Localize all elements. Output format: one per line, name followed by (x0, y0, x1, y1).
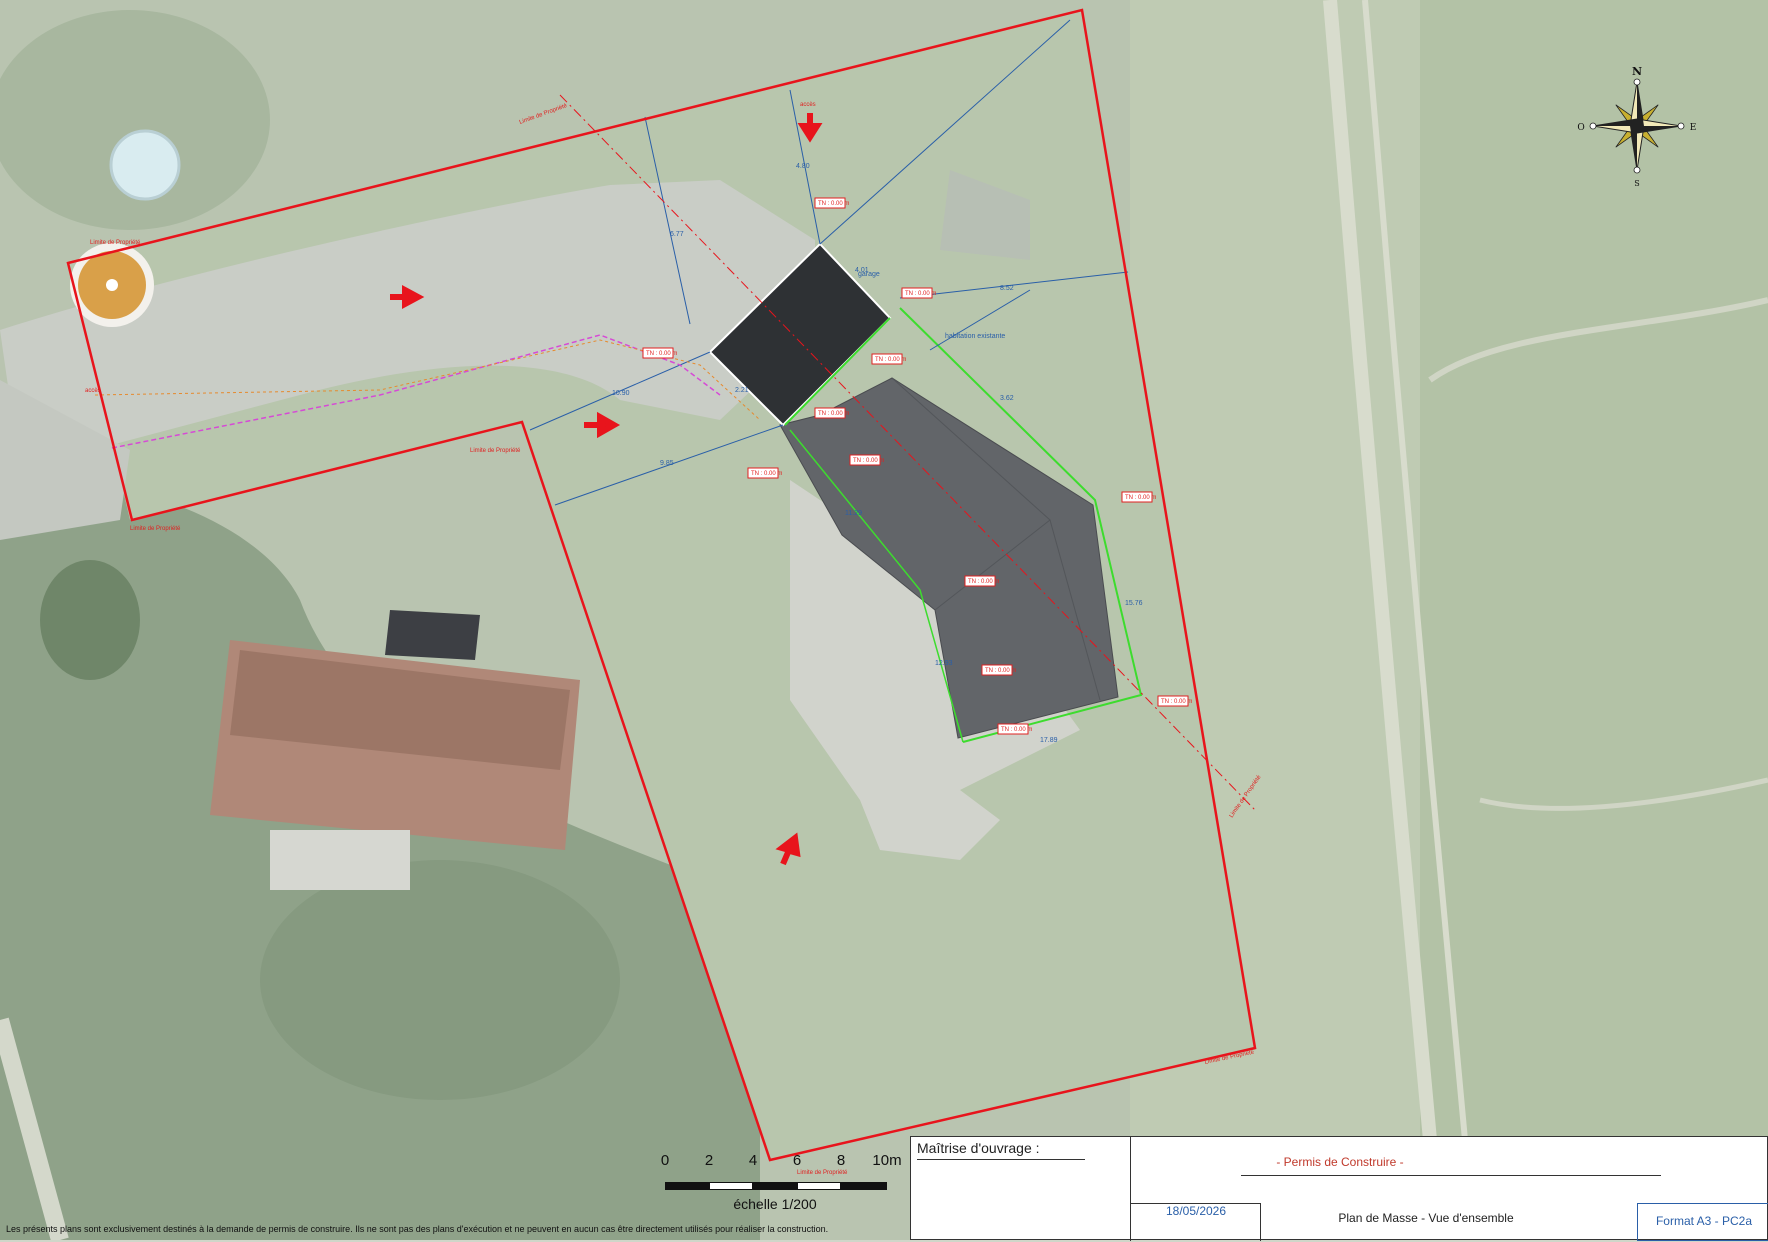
svg-text:TN : 0.00 m: TN : 0.00 m (853, 458, 884, 464)
compass-north: N (1632, 65, 1642, 78)
svg-text:TN : 0.00 m: TN : 0.00 m (1125, 495, 1156, 501)
scale-tick: 10m (872, 1152, 902, 1169)
property-limit-label: Limite de Propriété (470, 448, 521, 454)
site-plan: 4.80 6.77 8.52 10.90 9.85 4.01 2.21 3.62… (0, 0, 1768, 1241)
pool (109, 129, 181, 201)
neighbour-terrace (270, 830, 410, 890)
client-label: Maîtrise d'ouvrage : (917, 1140, 1040, 1156)
existing-dwelling-label: habitation existante (945, 333, 1005, 340)
svg-text:TN : 0.00 m: TN : 0.00 m (985, 668, 1016, 674)
scale-tick: 2 (704, 1152, 714, 1169)
compass-west: O (1577, 123, 1584, 133)
date-cell: 18/05/2026 (1131, 1203, 1261, 1241)
client-cell: Maîtrise d'ouvrage : (911, 1137, 1131, 1241)
dimension-label: 17.89 (1040, 737, 1058, 744)
round-feature-center (106, 279, 118, 291)
tree (40, 560, 140, 680)
scale-tick: 6 (792, 1152, 802, 1169)
dimension-label: 10.90 (612, 390, 630, 397)
disclaimer: Les présents plans sont exclusivement de… (6, 1224, 829, 1234)
title-block: Maîtrise d'ouvrage : - Permis de Constru… (910, 1136, 1768, 1241)
elevation-tag: TN : 0.00 m (901, 287, 936, 299)
svg-text:TN : 0.00 m: TN : 0.00 m (818, 201, 849, 207)
dimension-label: 2.21 (735, 387, 749, 394)
elevation-tag: TN : 0.00 m (747, 467, 782, 479)
garage-label: garage (858, 271, 880, 278)
elevation-tag: TN : 0.00 m (814, 197, 849, 209)
elevation-tag: TN : 0.00 m (1157, 695, 1192, 707)
compass-south: S (1634, 179, 1639, 188)
compass-east: E (1690, 123, 1697, 133)
dimension-label: 12.93 (935, 660, 953, 667)
svg-text:TN : 0.00 m: TN : 0.00 m (1161, 699, 1192, 705)
svg-text:TN : 0.00 m: TN : 0.00 m (818, 411, 849, 417)
sheet-title: Plan de Masse - Vue d'ensemble (1338, 1211, 1514, 1225)
svg-text:TN : 0.00 m: TN : 0.00 m (875, 357, 906, 363)
svg-text:TN : 0.00 m: TN : 0.00 m (968, 579, 999, 585)
scale-segment (665, 1182, 709, 1190)
aerial-map: 4.80 6.77 8.52 10.90 9.85 4.01 2.21 3.62… (0, 0, 1768, 1240)
scale-segment (841, 1182, 887, 1190)
property-limit-label: Limite de Propriété (90, 240, 141, 246)
access-label: accès (800, 102, 816, 108)
property-limit-label: Limite de Propriété (130, 526, 181, 532)
permit-title: - Permis de Construire - (1276, 1155, 1404, 1169)
scale-tick: 8 (836, 1152, 846, 1169)
scale-tick: 4 (748, 1152, 758, 1169)
svg-text:TN : 0.00 m: TN : 0.00 m (905, 291, 936, 297)
field-strip (1420, 0, 1768, 1240)
elevation-tag: TN : 0.00 m (997, 723, 1032, 735)
neighbour-annex (385, 610, 480, 660)
elevation-tag: TN : 0.00 m (981, 664, 1016, 676)
dimension-label: 6.77 (670, 231, 684, 238)
elevation-tag: TN : 0.00 m (642, 347, 677, 359)
dimension-label: 15.76 (1125, 600, 1143, 607)
dimension-label: 3.62 (1000, 395, 1014, 402)
date: 18/05/2026 (1165, 1204, 1227, 1218)
scale-caption: échelle 1/200 (733, 1196, 817, 1212)
dimension-label: 11.29 (845, 510, 862, 517)
scale-segment (709, 1182, 753, 1190)
dimension-label: 8.52 (1000, 285, 1014, 292)
scale-segment (797, 1182, 841, 1190)
svg-text:TN : 0.00 m: TN : 0.00 m (1001, 727, 1032, 733)
svg-text:TN : 0.00 m: TN : 0.00 m (751, 471, 782, 477)
svg-text:TN : 0.00 m: TN : 0.00 m (646, 351, 677, 357)
elevation-tag: TN : 0.00 m (871, 353, 906, 365)
access-label: accès (85, 388, 101, 394)
format-cell: Format A3 - PC2a (1637, 1203, 1768, 1241)
scale-segment (753, 1182, 797, 1190)
elevation-tag: TN : 0.00 m (1121, 491, 1156, 503)
elevation-tag: TN : 0.00 m (964, 575, 999, 587)
tree-cluster (260, 860, 620, 1100)
dimension-label: 4.80 (796, 163, 810, 170)
elevation-tag: TN : 0.00 m (849, 454, 884, 466)
dimension-label: 9.85 (660, 460, 674, 467)
sheet-format: Format A3 - PC2a (1655, 1214, 1753, 1228)
divider (1241, 1175, 1661, 1176)
scale-tick: 0 (660, 1152, 670, 1169)
elevation-tag: TN : 0.00 m (814, 407, 849, 419)
